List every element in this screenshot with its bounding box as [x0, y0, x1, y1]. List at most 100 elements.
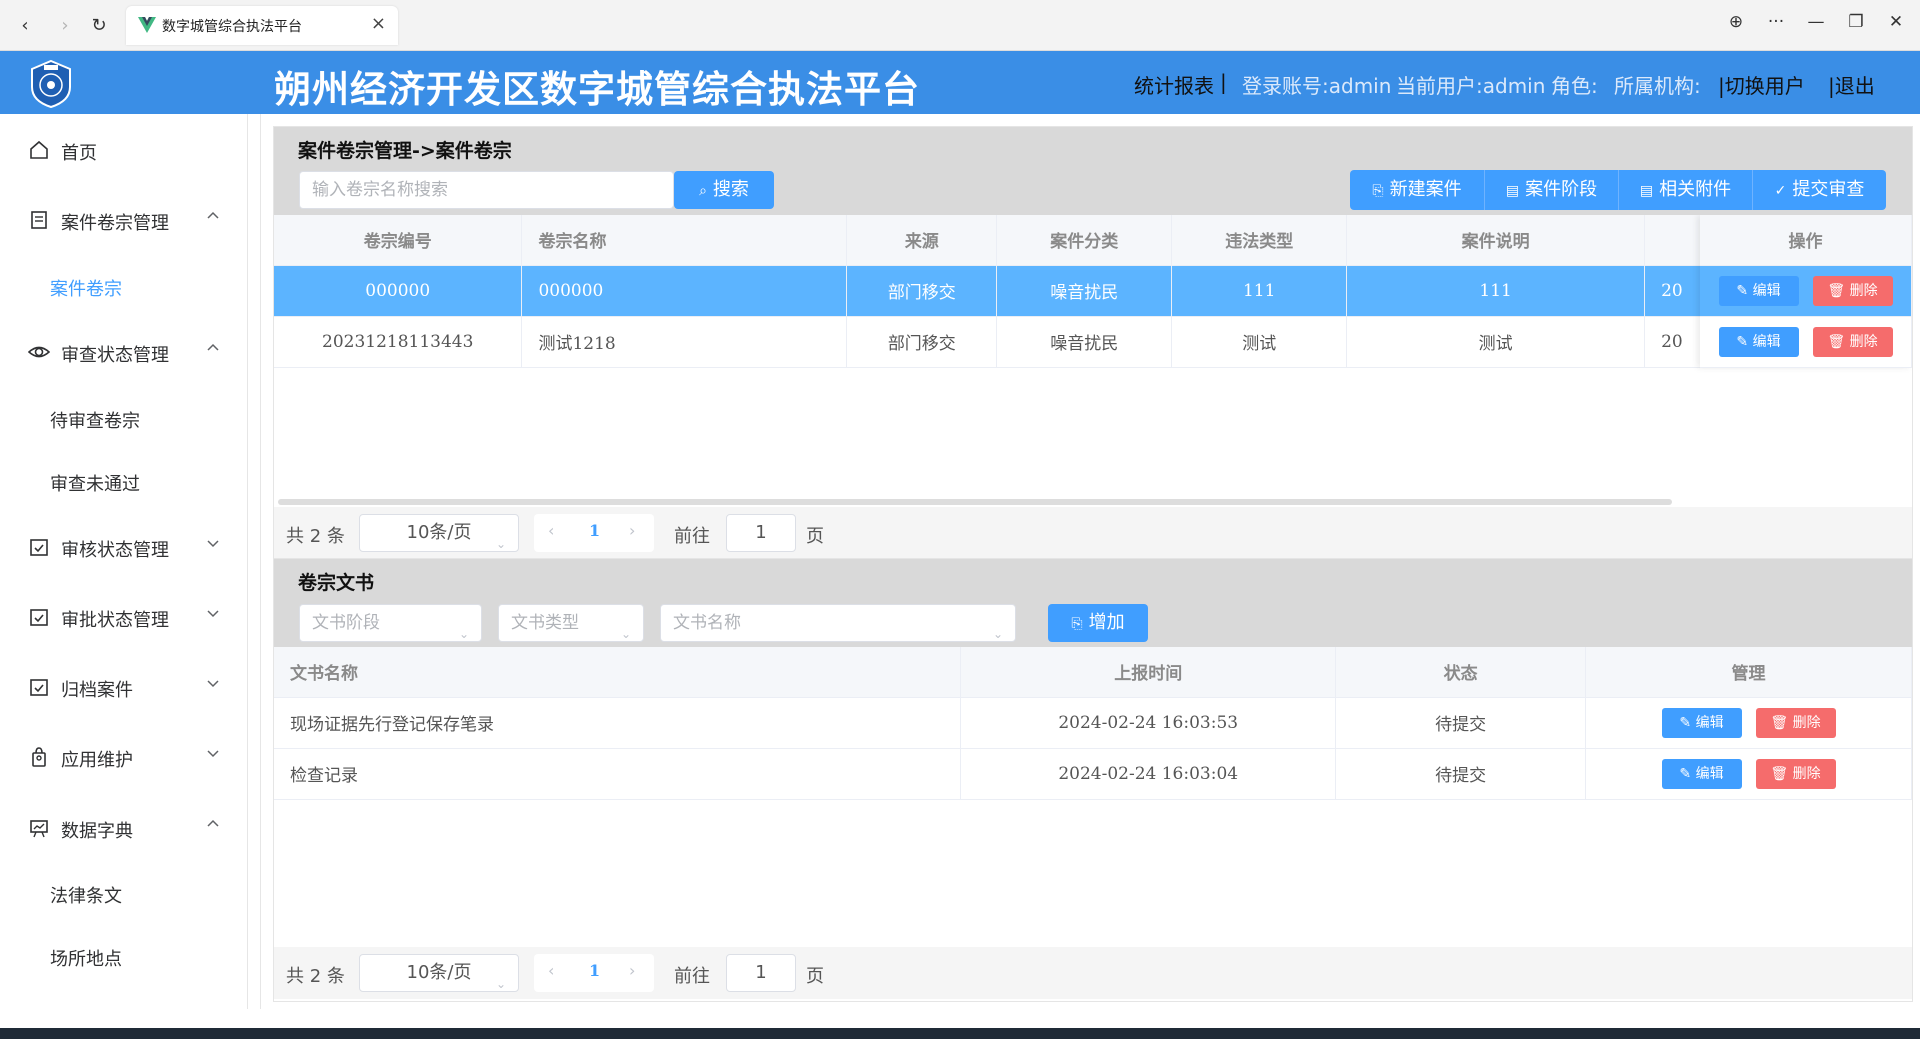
more-icon[interactable]: ··· — [1762, 12, 1790, 32]
browser-tab[interactable]: 数字城管综合执法平台 × — [126, 6, 398, 45]
edit-button[interactable]: ✎ 编辑 — [1661, 707, 1742, 738]
goto-label: 前往 — [674, 966, 710, 987]
minimize-icon[interactable]: — — [1802, 12, 1830, 32]
column-header: 管理 — [1585, 647, 1912, 698]
sidebar-item-archive[interactable]: 归档案件 — [0, 662, 248, 712]
submit-review-label: 提交审查 — [1792, 179, 1865, 200]
chevron-down-icon — [207, 680, 219, 688]
doc-stage-select[interactable]: 文书阶段 ⌄ — [299, 604, 482, 642]
doc-name-placeholder: 文书名称 — [673, 613, 741, 633]
delete-button[interactable]: 🗑 删除 — [1812, 275, 1893, 306]
sidebar-item-case-dossier[interactable]: 案件卷宗 — [0, 261, 248, 311]
page-unit-label: 页 — [806, 526, 824, 547]
table-row[interactable]: 000000 000000 部门移交 噪音扰民 111 111 20 — [274, 265, 1912, 317]
edit-button[interactable]: ✎ 编辑 — [1718, 326, 1799, 357]
forward-icon[interactable]: › — [52, 13, 78, 39]
page-size-value: 10条/页 — [406, 962, 472, 983]
delete-label: 删除 — [1792, 714, 1821, 731]
new-document-icon: ⎘ — [1071, 616, 1083, 632]
sidebar-item-label: 审批状态管理 — [61, 610, 169, 631]
table-cell: 现场证据先行登记保存笔录 — [274, 697, 962, 749]
table-cell: 111 — [1171, 265, 1348, 317]
document-icon — [31, 211, 47, 229]
sidebar-item-app-maint[interactable]: 应用维护 — [0, 732, 248, 782]
table-cell: 测试 — [1346, 316, 1646, 368]
doc-type-select[interactable]: 文书类型 ⌄ — [498, 604, 644, 642]
table-row[interactable]: 20231218113443 测试1218 部门移交 噪音扰民 测试 测试 20 — [274, 316, 1912, 368]
edit-label: 编辑 — [1695, 714, 1724, 731]
page-size-select[interactable]: 10条/页 ⌄ — [359, 514, 519, 552]
attachments-label: 相关附件 — [1659, 179, 1732, 200]
add-doc-button[interactable]: ⎘ 增加 — [1048, 604, 1148, 642]
table-cell: 待提交 — [1335, 748, 1587, 800]
chevron-up-icon — [207, 211, 219, 219]
refresh-icon[interactable]: ↻ — [86, 13, 112, 39]
case-stage-label: 案件阶段 — [1525, 179, 1598, 200]
edit-button[interactable]: ✎ 编辑 — [1661, 758, 1742, 789]
delete-button[interactable]: 🗑 删除 — [1755, 707, 1836, 738]
goto-page-input[interactable]: 1 — [726, 514, 796, 552]
attachments-button[interactable]: ▤ 相关附件 — [1618, 170, 1752, 210]
delete-button[interactable]: 🗑 删除 — [1812, 326, 1893, 357]
add-doc-label: 增加 — [1088, 612, 1125, 633]
eye-icon — [28, 346, 50, 358]
shop-icon — [32, 747, 46, 767]
sidebar-item-label: 应用维护 — [61, 750, 133, 771]
sidebar-item-law[interactable]: 法律条文 — [0, 868, 248, 918]
next-page-icon[interactable]: › — [629, 521, 635, 540]
case-panel: 案件卷宗管理->案件卷宗 输入卷宗名称搜索 ⌕ 搜索 ⎘ 新建案件 ▤ 案件阶段 ▤ 相… — [273, 126, 1913, 559]
switch-user-link[interactable]: |切换用户 — [1718, 70, 1805, 99]
column-header: 案件说明 — [1346, 215, 1646, 266]
new-case-button[interactable]: ⎘ 新建案件 — [1350, 170, 1484, 210]
sidebar-item-review-mgmt[interactable]: 审查状态管理 — [0, 327, 248, 377]
sidebar-item-pending-review[interactable]: 待审查卷宗 — [0, 393, 248, 443]
delete-button[interactable]: 🗑 删除 — [1755, 758, 1836, 789]
logout-link[interactable]: |退出 — [1828, 70, 1875, 99]
doc-stage-placeholder: 文书阶段 — [312, 613, 380, 633]
table-cell: 待提交 — [1335, 697, 1587, 749]
horizontal-scrollbar[interactable] — [278, 499, 1672, 505]
case-stage-button[interactable]: ▤ 案件阶段 — [1484, 170, 1618, 210]
browser-toolbar: ‹ › ↻ 数字城管综合执法平台 × ⊕ ··· — ❐ ✕ — [0, 0, 1920, 51]
prev-page-icon[interactable]: ‹ — [548, 961, 554, 980]
restore-icon[interactable]: ❐ — [1842, 12, 1870, 32]
window-close-icon[interactable]: ✕ — [1882, 12, 1910, 32]
sidebar-item-home[interactable]: 首页 — [0, 125, 248, 175]
calendar-check-icon — [30, 679, 48, 696]
goto-page-input[interactable]: 1 — [726, 954, 796, 992]
next-page-icon[interactable]: › — [629, 961, 635, 980]
prev-page-icon[interactable]: ‹ — [548, 521, 554, 540]
close-icon[interactable]: × — [371, 13, 386, 34]
current-page[interactable]: 1 — [589, 961, 600, 980]
chevron-down-icon: ⌄ — [495, 537, 506, 551]
header-separator: | — [1220, 70, 1227, 94]
new-case-label: 新建案件 — [1389, 179, 1462, 200]
submit-review-button[interactable]: ✓ 提交审查 — [1752, 170, 1886, 210]
back-icon[interactable]: ‹ — [12, 13, 38, 39]
sidebar-item-data-dict[interactable]: 数据字典 — [0, 803, 248, 853]
sidebar-item-review-failed[interactable]: 审查未通过 — [0, 456, 248, 506]
globe-icon[interactable]: ⊕ — [1722, 12, 1750, 32]
edit-button[interactable]: ✎ 编辑 — [1718, 275, 1799, 306]
sidebar-item-label: 待审查卷宗 — [50, 411, 140, 432]
sidebar-item-case-mgmt[interactable]: 案件卷宗管理 — [0, 195, 248, 245]
chevron-down-icon — [207, 750, 219, 758]
search-input[interactable]: 输入卷宗名称搜索 — [299, 171, 674, 209]
sidebar-item-label: 案件卷宗 — [50, 279, 122, 300]
current-page[interactable]: 1 — [589, 521, 600, 540]
doc-name-select[interactable]: 文书名称 ⌄ — [660, 604, 1016, 642]
table-cell: 检查记录 — [274, 748, 962, 800]
table-row[interactable]: 现场证据先行登记保存笔录 2024-02-24 16:03:53 待提交 ✎ 编… — [274, 697, 1912, 749]
page-size-select[interactable]: 10条/页 ⌄ — [359, 954, 519, 992]
page-unit-label: 页 — [806, 966, 824, 987]
sidebar-item-places[interactable]: 场所地点 — [0, 931, 248, 981]
sidebar-item-approve-mgmt[interactable]: 审批状态管理 — [0, 592, 248, 642]
sidebar-item-label: 数据字典 — [61, 821, 133, 842]
table-cell: 测试1218 — [521, 316, 848, 368]
table-row[interactable]: 检查记录 2024-02-24 16:03:04 待提交 ✎ 编辑 🗑 删除 — [274, 748, 1912, 800]
table-cell: 111 — [1346, 265, 1646, 317]
sidebar-item-label: 法律条文 — [50, 886, 122, 907]
search-button[interactable]: ⌕ 搜索 — [674, 171, 774, 209]
sidebar-item-audit-mgmt[interactable]: 审核状态管理 — [0, 522, 248, 572]
stats-report-link[interactable]: 统计报表 — [1134, 70, 1214, 99]
